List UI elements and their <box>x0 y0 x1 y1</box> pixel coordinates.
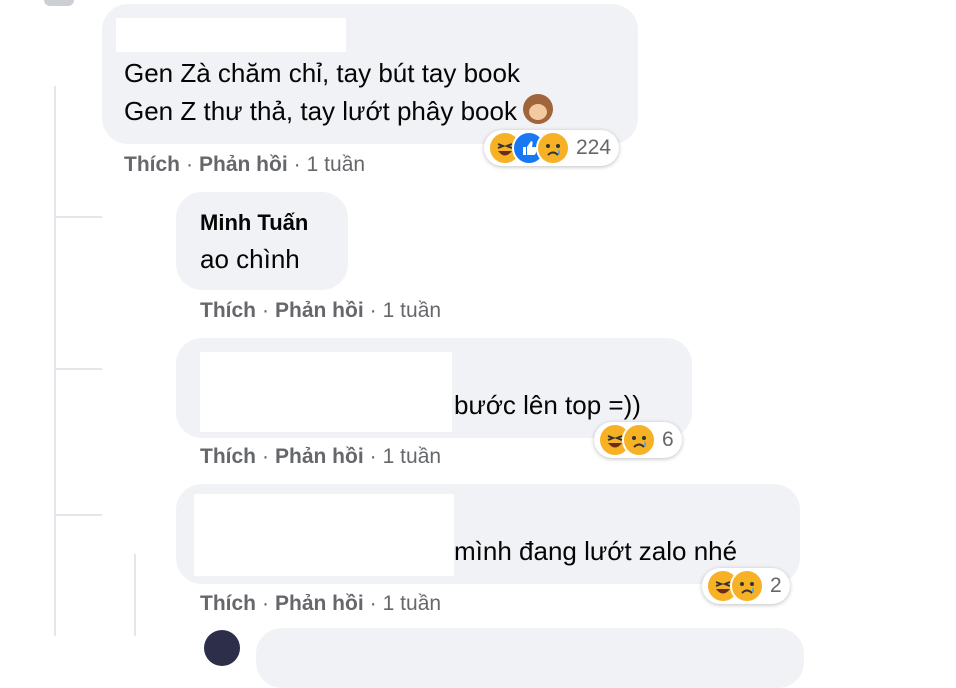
like-link[interactable]: Thích <box>200 445 256 468</box>
timestamp[interactable]: 1 tuần <box>383 592 441 615</box>
separator: · <box>293 153 301 176</box>
author-name[interactable]: Minh Tuấn <box>200 210 308 236</box>
sad-icon <box>536 131 570 165</box>
reaction-count: 2 <box>770 574 782 597</box>
thread-line-nested <box>134 554 136 636</box>
like-link[interactable]: Thích <box>124 153 180 176</box>
reaction-count: 224 <box>576 136 612 159</box>
separator: · <box>262 299 269 322</box>
reaction-summary[interactable]: 6 <box>594 422 682 458</box>
reply-link[interactable]: Phản hồi <box>275 592 364 615</box>
comment-actions: Thích · Phản hồi · 1 tuần <box>200 299 441 323</box>
reply-link[interactable]: Phản hồi <box>275 445 364 468</box>
comment-text: mình đang lướt zalo nhé <box>454 536 738 566</box>
reaction-summary[interactable]: 224 <box>484 130 620 166</box>
comment-text-line: Gen Z thư thả, tay lướt phây book <box>124 92 553 130</box>
separator: · <box>369 299 377 322</box>
comment-actions: Thích · Phản hồi · 1 tuần <box>124 153 365 177</box>
separator: · <box>369 592 377 615</box>
comment-text: Gen Z thư thả, tay lướt phây book <box>124 96 517 126</box>
redacted-author-name <box>200 352 452 432</box>
like-link[interactable]: Thích <box>200 592 256 615</box>
sad-icon <box>622 423 656 457</box>
reaction-count: 6 <box>662 428 674 451</box>
redacted-author-name <box>194 494 454 576</box>
thread-line <box>54 86 56 636</box>
reply-link[interactable]: Phản hồi <box>199 153 288 176</box>
comment-text-line: Gen Zà chăm chỉ, tay bút tay book <box>124 58 520 88</box>
reaction-summary[interactable]: 2 <box>702 568 790 604</box>
monkey-icon <box>522 94 553 124</box>
timestamp[interactable]: 1 tuần <box>307 153 365 176</box>
avatar[interactable] <box>204 630 240 666</box>
timestamp[interactable]: 1 tuần <box>383 299 441 322</box>
thread-line-branch <box>54 216 102 218</box>
reply-bubble <box>256 628 804 688</box>
redacted-author-name <box>116 18 346 52</box>
thread-line-branch <box>54 514 102 516</box>
avatar[interactable] <box>44 0 74 6</box>
comment-actions: Thích · Phản hồi · 1 tuần <box>200 592 441 616</box>
reply-link[interactable]: Phản hồi <box>275 299 364 322</box>
sad-icon <box>730 569 764 603</box>
comment-text: ao chình <box>200 244 300 274</box>
like-link[interactable]: Thích <box>200 299 256 322</box>
thread-line-branch <box>54 368 102 370</box>
separator: · <box>262 445 269 468</box>
timestamp[interactable]: 1 tuần <box>383 445 441 468</box>
comment-text: bước lên top =)) <box>454 390 641 420</box>
separator: · <box>369 445 377 468</box>
separator: · <box>186 153 193 176</box>
comment-actions: Thích · Phản hồi · 1 tuần <box>200 445 441 469</box>
separator: · <box>262 592 269 615</box>
